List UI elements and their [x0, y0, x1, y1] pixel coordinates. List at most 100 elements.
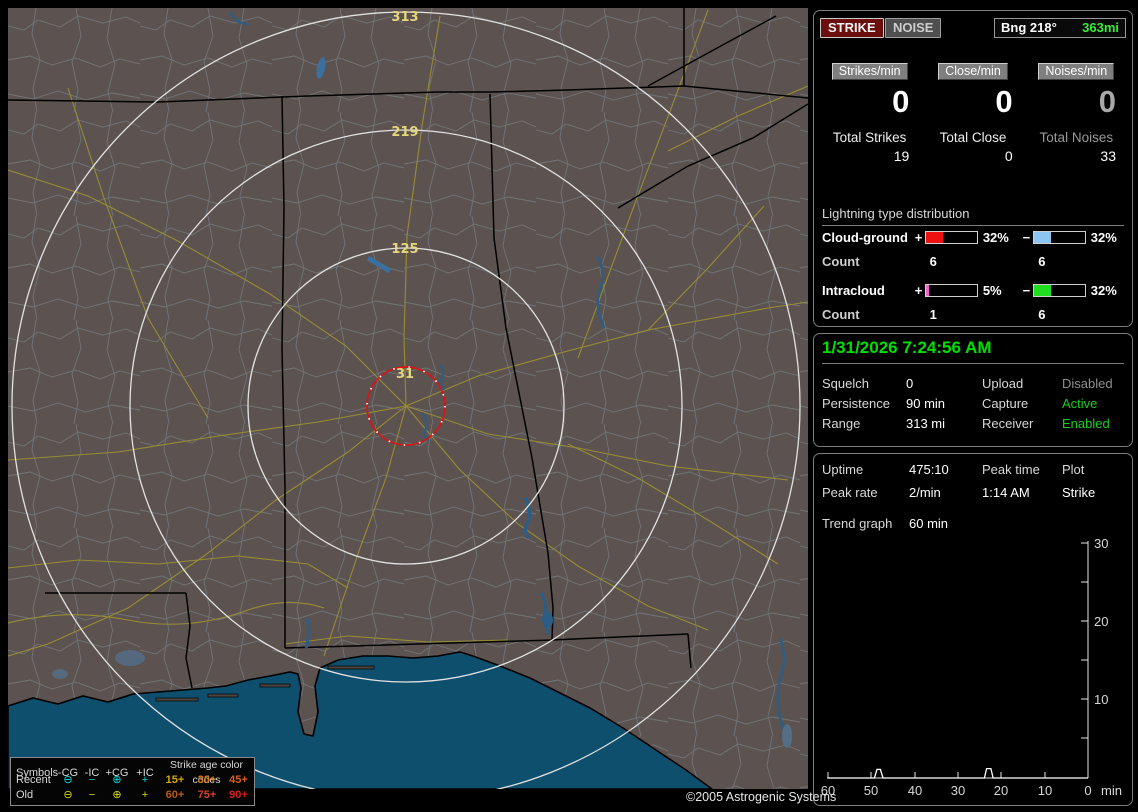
ring-label-125: 125 [391, 242, 418, 257]
trend-graph: 30 20 10 60 50 40 30 20 10 0 min [821, 536, 1122, 798]
x-tick-20: 20 [994, 783, 1008, 798]
range-value: 313 mi [906, 416, 946, 431]
total-strikes-label: Total Strikes [832, 130, 907, 145]
cloud-ground-row: Cloud-ground + 32% − 32% [822, 230, 1128, 245]
status-row: Range 313 mi Receiver Enabled [822, 416, 1124, 431]
y-tick-10: 10 [1094, 692, 1108, 707]
ic-positive-bar-fill [925, 285, 929, 296]
neg-cg-recent-icon: ⊖ [63, 774, 73, 786]
cg-positive-pct: 32% [982, 230, 1009, 245]
status-panel: 1/31/2026 7:24:56 AM Squelch 0 Upload Di… [813, 333, 1133, 447]
squelch-value: 0 [906, 376, 914, 391]
status-row: Persistence 90 min Capture Active [822, 396, 1124, 411]
squelch-label: Squelch [822, 376, 869, 391]
intracloud-label: Intracloud [822, 283, 885, 298]
persistence-label: Persistence [822, 396, 890, 411]
neg-ic-recent-icon: − [88, 774, 96, 786]
plus-sign: + [914, 283, 923, 298]
legend-old-label: Old [16, 789, 34, 801]
ic-negative-bar-fill [1033, 285, 1051, 296]
x-tick-50: 50 [864, 783, 878, 798]
ring-label-313: 313 [391, 10, 418, 25]
total-close-value: 0 [1004, 148, 1013, 164]
ic-negative-pct: 32% [1090, 283, 1117, 298]
x-tick-30: 30 [951, 783, 965, 798]
bearing-distance: 363mi [1082, 20, 1119, 35]
cg-positive-bar-fill [925, 232, 943, 243]
strikes-per-min-value: 0 [892, 84, 910, 119]
receiver-value: Enabled [1062, 416, 1110, 431]
age-code-30: 30+ [197, 774, 217, 786]
total-noises-value: 33 [1100, 148, 1116, 164]
pos-ic-recent-icon: + [141, 774, 149, 786]
intracloud-count-row: Count 1 6 [822, 307, 1045, 322]
capture-label: Capture [982, 396, 1029, 411]
cloud-ground-label: Cloud-ground [822, 230, 908, 245]
neg-cg-old-icon: ⊖ [63, 789, 73, 801]
age-code-75: 75+ [197, 789, 217, 801]
cg-positive-count: 6 [929, 254, 937, 269]
noises-per-min-button[interactable]: Noises/min [1038, 63, 1115, 80]
map-canvas: 313 219 125 31 [7, 8, 809, 801]
x-tick-40: 40 [908, 783, 922, 798]
datetime-display: 1/31/2026 7:24:56 AM [822, 338, 1124, 364]
status-row: Squelch 0 Upload Disabled [822, 376, 1124, 391]
age-code-60: 60+ [165, 789, 185, 801]
strikes-per-min-button[interactable]: Strikes/min [831, 63, 908, 80]
x-axis-unit: min [1101, 783, 1122, 798]
x-tick-10: 10 [1038, 783, 1052, 798]
ring-label-219: 219 [391, 125, 418, 140]
distribution-title: Lightning type distribution [822, 206, 1124, 226]
y-tick-30: 30 [1094, 536, 1108, 551]
x-tick-0: 0 [1084, 783, 1091, 798]
persistence-value: 90 min [906, 396, 946, 411]
count-label: Count [822, 254, 860, 269]
ic-positive-count: 1 [929, 307, 937, 322]
pos-cg-old-icon: ⊕ [112, 789, 122, 801]
close-per-min-value: 0 [995, 84, 1013, 119]
trend-panel: Uptime 475:10 Peak time Plot Peak rate 2… [813, 453, 1133, 806]
lightning-map[interactable]: 313 219 125 31 [7, 8, 809, 801]
noises-per-min-value: 0 [1098, 84, 1116, 119]
ic-positive-bar [924, 284, 978, 297]
cg-negative-pct: 32% [1090, 230, 1117, 245]
rate-counters: Strikes/min Close/min Noises/min 0 0 0 T… [818, 63, 1128, 164]
capture-value: Active [1062, 396, 1098, 411]
receiver-label: Receiver [982, 416, 1034, 431]
plus-sign: + [914, 230, 923, 245]
cg-negative-bar-fill [1033, 232, 1051, 243]
neg-ic-old-icon: − [88, 789, 96, 801]
counters-panel: STRIKE NOISE Bng 218° 363mi Strikes/min … [813, 10, 1133, 327]
close-per-min-button[interactable]: Close/min [938, 63, 1008, 80]
ic-positive-pct: 5% [982, 283, 1002, 298]
age-code-15: 15+ [165, 774, 185, 786]
count-label: Count [822, 307, 860, 322]
pos-cg-recent-icon: ⊕ [112, 774, 122, 786]
copyright-text: ©2005 Astrogenic Systems [686, 790, 837, 804]
upload-label: Upload [982, 376, 1024, 391]
bearing-label: Bng 218° [1001, 20, 1057, 35]
legend-recent-label: Recent [16, 774, 51, 786]
trend-axes [827, 541, 1089, 779]
intracloud-row: Intracloud + 5% − 32% [822, 283, 1128, 298]
age-code-45: 45+ [229, 774, 248, 786]
upload-value: Disabled [1062, 376, 1113, 391]
legend-header-row: Symbols -CG -IC +CG +IC Strike age color… [11, 758, 254, 786]
ic-negative-count: 6 [1038, 307, 1046, 322]
y-tick-20: 20 [1094, 614, 1108, 629]
strike-mode-button[interactable]: STRIKE [820, 18, 884, 38]
legend-recent-row: Recent ⊖ − ⊕ + 15+ 30+ 45+ [11, 773, 254, 788]
minus-sign: − [1022, 283, 1031, 298]
pos-ic-old-icon: + [141, 789, 149, 801]
total-noises-label: Total Noises [1039, 130, 1114, 145]
ring-label-31: 31 [396, 367, 414, 382]
ic-negative-bar [1032, 284, 1086, 297]
range-label: Range [822, 416, 861, 431]
symbol-legend: Symbols -CG -IC +CG +IC Strike age color… [10, 757, 255, 806]
cg-negative-count: 6 [1038, 254, 1046, 269]
age-code-90: 90+ [229, 789, 248, 801]
cg-positive-bar [924, 231, 978, 244]
cloud-ground-count-row: Count 6 6 [822, 254, 1045, 269]
noise-mode-button[interactable]: NOISE [885, 18, 942, 38]
bearing-readout: Bng 218° 363mi [994, 18, 1126, 38]
